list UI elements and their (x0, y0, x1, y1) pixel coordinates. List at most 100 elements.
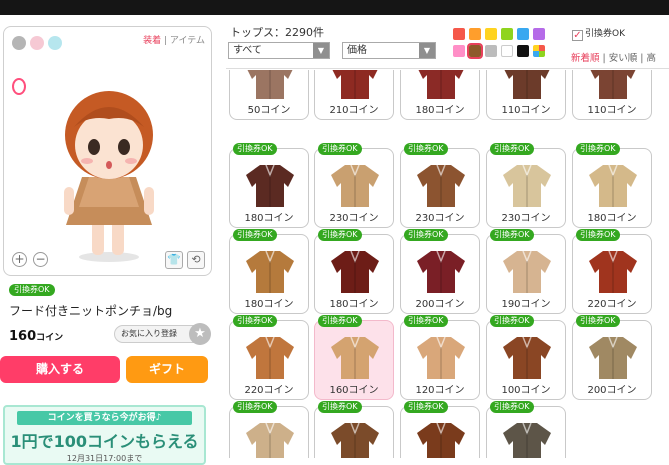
rotate-icon[interactable]: ⟲ (187, 251, 205, 269)
view-wearing-link[interactable]: 装着 (143, 36, 161, 46)
item-card[interactable]: 引換券OK (229, 401, 309, 458)
category-title: トップス：2290件 (230, 26, 324, 39)
item-card[interactable]: 引換券OK 230コイン (400, 143, 480, 228)
ticket-ok-badge: 引換券OK (576, 315, 620, 327)
swatch-gray[interactable] (12, 36, 26, 50)
item-card[interactable]: 引換券OK 180コイン (229, 229, 309, 314)
shirt-icon[interactable]: 👕 (165, 251, 183, 269)
ticket-ok-badge: 引換券OK (233, 315, 277, 327)
clothing-thumbnail (417, 164, 465, 207)
color-brown[interactable] (467, 43, 483, 59)
swatch-blue[interactable] (48, 36, 62, 50)
zoom-in-button[interactable]: + (12, 252, 27, 267)
zoom-out-button[interactable]: − (33, 252, 48, 267)
color-filter (453, 28, 561, 59)
item-card[interactable]: 引換券OK (314, 401, 394, 458)
clothing-thumbnail (504, 70, 550, 99)
clothing-thumbnail (503, 250, 551, 293)
swatch-white[interactable] (12, 78, 26, 95)
item-card[interactable]: 引換券OK 200コイン (400, 229, 480, 314)
color-yellow[interactable] (485, 28, 497, 40)
item-card[interactable]: 引換券OK 220コイン (229, 315, 309, 400)
item-card[interactable]: 110コイン (572, 70, 652, 120)
gift-button[interactable]: ギフト (126, 356, 208, 383)
sort-high[interactable]: 高 (647, 53, 657, 64)
ticket-ok-badge: 引換券OK (233, 143, 277, 155)
color-purple[interactable] (533, 28, 545, 40)
color-multi[interactable] (533, 45, 545, 57)
item-card[interactable]: 引換券OK 160コイン (314, 315, 394, 400)
item-price: 100コイン (501, 385, 551, 396)
item-price: 230コイン (329, 213, 379, 224)
item-price: 180コイン (587, 213, 637, 224)
item-card[interactable]: 180コイン (400, 70, 480, 120)
filter-all-select[interactable]: すべて ▼ (228, 42, 330, 59)
item-card[interactable]: 引換券OK (486, 401, 566, 458)
item-card[interactable]: 引換券OK 230コイン (314, 143, 394, 228)
favorite-label: お気に入り登録 (121, 329, 177, 338)
item-price: 200コイン (415, 299, 465, 310)
item-card[interactable]: 引換券OK 100コイン (486, 315, 566, 400)
checkbox-icon[interactable]: ✓ (572, 30, 583, 41)
item-price: 200コイン (587, 385, 637, 396)
clothing-thumbnail (246, 250, 294, 293)
color-black[interactable] (517, 45, 529, 57)
item-card[interactable]: 引換券OK 180コイン (229, 143, 309, 228)
ticket-ok-badge: 引換券OK (318, 315, 362, 327)
clothing-thumbnail (417, 422, 465, 458)
favorite-button[interactable]: お気に入り登録 ★ (114, 323, 211, 345)
color-pink[interactable] (453, 45, 465, 57)
sort-options: 新着順 | 安い順 | 高 (571, 50, 656, 64)
item-price: 160コイン (9, 329, 63, 344)
item-card[interactable]: 引換券OK 190コイン (486, 229, 566, 314)
item-price: 50コイン (247, 105, 291, 116)
clothing-thumbnail (589, 250, 637, 293)
ticket-ok-badge: 引換券OK (233, 401, 277, 413)
ticket-ok-filter[interactable]: ✓ 引換券OK (572, 26, 625, 41)
star-icon: ★ (189, 323, 211, 345)
item-price: 110コイン (587, 105, 637, 116)
clothing-thumbnail (503, 336, 551, 379)
clothing-thumbnail (503, 422, 551, 458)
sort-cheap[interactable]: 安い順 (609, 53, 638, 64)
color-red[interactable] (453, 28, 465, 40)
item-price: 230コイン (501, 213, 551, 224)
ticket-ok-badge: 引換券OK (318, 401, 362, 413)
color-green[interactable] (501, 28, 513, 40)
view-item-link[interactable]: アイテム (170, 36, 205, 46)
chevron-down-icon: ▼ (419, 43, 435, 58)
clothing-thumbnail (590, 70, 636, 99)
swatch-pink[interactable] (30, 36, 44, 50)
item-card[interactable]: 引換券OK 180コイン (314, 229, 394, 314)
item-card[interactable]: 引換券OK 200コイン (572, 315, 652, 400)
coin-promo-banner[interactable]: コインを買うなら今がお得♪ 1円で100コインもらえる 12月31日17:00ま… (3, 405, 206, 465)
item-card[interactable]: 引換券OK (400, 401, 480, 458)
item-price: 210コイン (329, 105, 379, 116)
item-card[interactable]: 50コイン (229, 70, 309, 120)
item-card[interactable]: 210コイン (314, 70, 394, 120)
clothing-thumbnail (247, 70, 293, 99)
price-select[interactable]: 価格 ▼ (342, 42, 436, 59)
item-card[interactable]: 引換券OK 120コイン (400, 315, 480, 400)
header-divider (226, 68, 669, 69)
color-blue[interactable] (517, 28, 529, 40)
item-card[interactable]: 引換券OK 220コイン (572, 229, 652, 314)
item-card[interactable]: 引換券OK 230コイン (486, 143, 566, 228)
color-gray[interactable] (485, 45, 497, 57)
buy-button[interactable]: 購入する (0, 356, 120, 383)
item-price: 220コイン (244, 385, 294, 396)
item-card[interactable]: 引換券OK 180コイン (572, 143, 652, 228)
ticket-ok-badge: 引換券OK (404, 229, 448, 241)
sort-new[interactable]: 新着順 (571, 53, 600, 64)
promo-deadline: 12月31日17:00まで (66, 454, 143, 463)
item-card[interactable]: 110コイン (486, 70, 566, 120)
color-orange[interactable] (469, 28, 481, 40)
avatar-figure (64, 91, 154, 262)
clothing-thumbnail (589, 336, 637, 379)
color-white[interactable] (501, 45, 513, 57)
item-price: 220コイン (587, 299, 637, 310)
ticket-ok-badge: 引換券OK (318, 143, 362, 155)
price-select-value: 価格 (347, 45, 367, 56)
promo-main-text: 1円で100コインもらえる (10, 432, 199, 451)
item-price: 190コイン (501, 299, 551, 310)
